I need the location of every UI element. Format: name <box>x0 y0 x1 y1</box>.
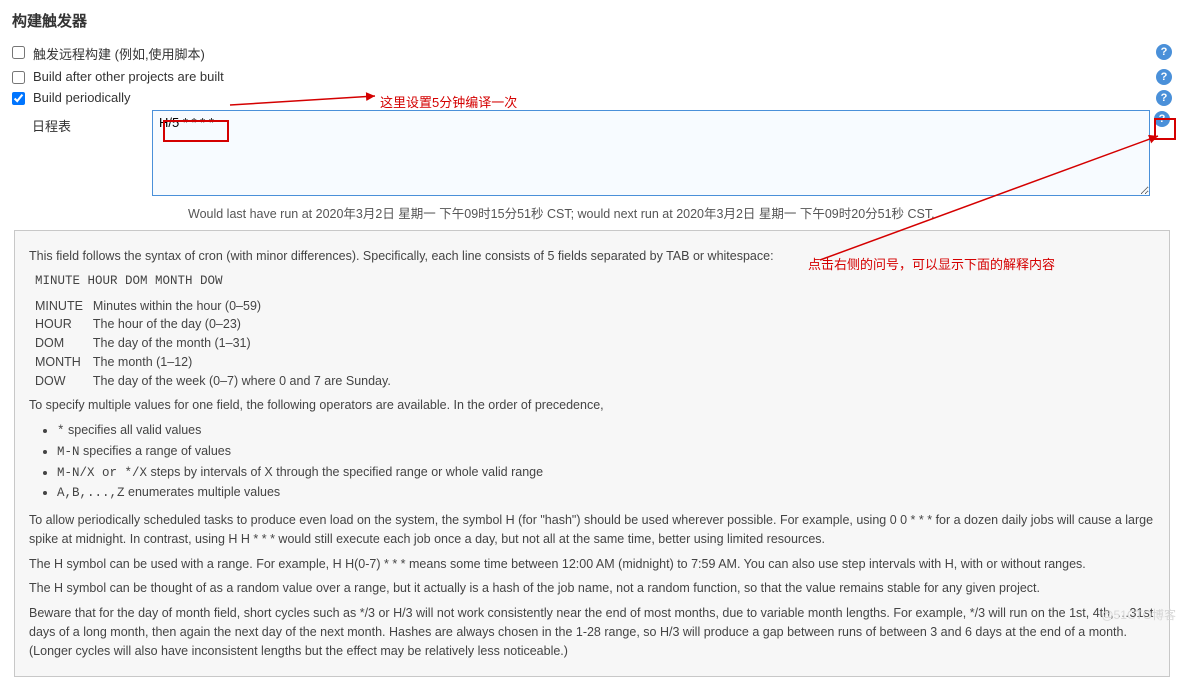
trigger-remote-checkbox[interactable] <box>12 46 25 59</box>
trigger-periodically-label: Build periodically <box>33 90 1172 105</box>
schedule-row: 日程表 ? <box>8 108 1176 199</box>
help-syntax-line: MINUTE HOUR DOM MONTH DOW <box>35 272 1155 291</box>
table-row: DOWThe day of the week (0–7) where 0 and… <box>35 372 401 391</box>
help-hash-p2: The H symbol can be used with a range. F… <box>29 555 1155 574</box>
trigger-remote-label: 触发远程构建 (例如,使用脚本) <box>33 44 1172 63</box>
table-row: MINUTEMinutes within the hour (0–59) <box>35 297 401 316</box>
list-item: M-N/X or */X steps by intervals of X thr… <box>57 463 1155 483</box>
schedule-textarea[interactable] <box>152 110 1150 196</box>
table-row: MONTHThe month (1–12) <box>35 353 401 372</box>
trigger-periodically-row: Build periodically ? <box>8 87 1176 108</box>
trigger-after-row: Build after other projects are built ? <box>8 66 1176 87</box>
help-icon[interactable]: ? <box>1156 44 1172 60</box>
trigger-remote-row: 触发远程构建 (例如,使用脚本) ? <box>8 41 1176 66</box>
table-row: HOURThe hour of the day (0–23) <box>35 315 401 334</box>
trigger-periodically-checkbox[interactable] <box>12 92 25 105</box>
list-item: M-N specifies a range of values <box>57 442 1155 462</box>
list-item: * specifies all valid values <box>57 421 1155 441</box>
help-operators-list: * specifies all valid values M-N specifi… <box>57 421 1155 503</box>
schedule-help-icon[interactable]: ? <box>1154 111 1170 127</box>
help-intro: This field follows the syntax of cron (w… <box>29 247 1155 266</box>
schedule-last-run: Would last have run at 2020年3月2日 星期一 下午0… <box>8 199 1176 230</box>
help-icon[interactable]: ? <box>1156 69 1172 85</box>
table-row: DOMThe day of the month (1–31) <box>35 334 401 353</box>
trigger-after-label: Build after other projects are built <box>33 69 1172 84</box>
schedule-label: 日程表 <box>12 110 152 135</box>
help-hash-p3: The H symbol can be thought of as a rand… <box>29 579 1155 598</box>
section-title: 构建触发器 <box>12 10 1172 31</box>
help-operators-intro: To specify multiple values for one field… <box>29 396 1155 415</box>
trigger-after-checkbox[interactable] <box>12 71 25 84</box>
help-beware: Beware that for the day of month field, … <box>29 604 1155 660</box>
watermark: @51CTO博客 <box>1101 606 1176 623</box>
cron-help-panel: This field follows the syntax of cron (w… <box>14 230 1170 677</box>
help-hash-p1: To allow periodically scheduled tasks to… <box>29 511 1155 549</box>
help-fields-table: MINUTEMinutes within the hour (0–59) HOU… <box>35 297 401 391</box>
list-item: A,B,...,Z enumerates multiple values <box>57 483 1155 503</box>
help-icon[interactable]: ? <box>1156 90 1172 106</box>
